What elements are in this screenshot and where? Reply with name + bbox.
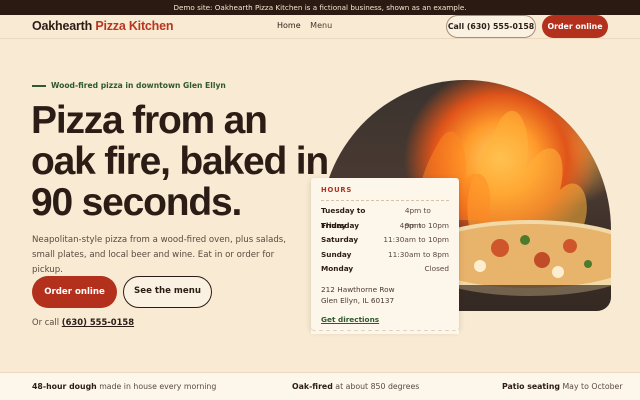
logo-main-text: Oakhearth	[32, 19, 93, 33]
main-nav: Home Menu	[277, 21, 339, 30]
hours-row: Saturday 11:30am to 10pm	[321, 233, 449, 248]
see-menu-button[interactable]: See the menu	[123, 276, 212, 308]
hours-divider	[321, 200, 449, 201]
logo[interactable]: Oakhearth Pizza Kitchen	[32, 19, 173, 33]
get-directions-link[interactable]: Get directions	[321, 315, 379, 324]
header-divider	[0, 38, 640, 39]
hours-time: Closed	[424, 264, 449, 273]
hours-time: 11:30am to 8pm	[388, 249, 449, 259]
hours-row: Friday 4pm to 10pm	[321, 219, 449, 234]
address-line-1: 212 Hawthorne Row	[321, 284, 395, 294]
hours-time: 11:30am to 10pm	[383, 235, 449, 244]
hero-headline: Pizza from an oak fire, baked in 90 seco…	[31, 99, 329, 224]
hours-card: HOURS Tuesday to Thursday 4pm to 9pm Fri…	[311, 178, 459, 334]
hours-day: Monday	[321, 264, 354, 273]
site-header: Oakhearth Pizza Kitchen Home Menu Call (…	[0, 15, 640, 40]
or-call-prefix: Or call	[32, 317, 60, 327]
logo-accent-text: Pizza Kitchen	[95, 19, 174, 33]
hours-time: 4pm to 9pm	[404, 206, 431, 230]
hours-row: Sunday 11:30am to 8pm	[321, 248, 449, 263]
nav-menu[interactable]: Menu	[310, 21, 332, 30]
feature-patio: Patio seating May to October	[502, 382, 623, 391]
order-online-button[interactable]: Order online	[32, 276, 117, 308]
address-line-2: Glen Ellyn, IL 60137	[321, 296, 395, 305]
hours-day: Saturday	[321, 235, 359, 244]
hero-eyebrow: Wood-fired pizza in downtown Glen Ellyn	[32, 81, 226, 90]
feature-text: made in house every morning	[96, 382, 217, 391]
feature-oak-fired: Oak-fired at about 850 degrees	[292, 382, 419, 391]
feature-bold: 48-hour dough	[32, 382, 97, 391]
address: 212 Hawthorne Row Glen Ellyn, IL 60137	[321, 284, 449, 307]
feature-bold: Oak-fired	[292, 382, 333, 391]
hours-row: Tuesday to Thursday 4pm to 9pm	[321, 204, 449, 230]
hero-description: Neapolitan-style pizza from a wood-fired…	[32, 235, 287, 275]
nav-home[interactable]: Home	[277, 21, 301, 30]
hours-time: 4pm to 10pm	[399, 220, 449, 230]
hours-day: Tuesday to Thursday	[321, 206, 366, 230]
features-strip: 48-hour dough made in house every mornin…	[0, 372, 640, 400]
feature-dough: 48-hour dough made in house every mornin…	[32, 382, 216, 391]
hours-title: HOURS	[321, 186, 353, 194]
eyebrow-text: Wood-fired pizza in downtown Glen Ellyn	[51, 81, 226, 90]
feature-text: May to October	[559, 382, 623, 391]
or-call-line: Or call (630) 555-0158	[32, 317, 134, 327]
call-button[interactable]: Call (630) 555-0158	[446, 15, 536, 38]
feature-text: at about 850 degrees	[332, 382, 420, 391]
phone-link[interactable]: (630) 555-0158	[62, 317, 134, 327]
hours-row: Monday Closed	[321, 262, 449, 277]
feature-bold: Patio seating	[502, 382, 560, 391]
hours-day: Sunday	[321, 249, 352, 259]
order-online-header-button[interactable]: Order online	[542, 15, 608, 38]
hours-list: Tuesday to Thursday 4pm to 9pm Friday 4p…	[321, 204, 449, 277]
eyebrow-dash	[32, 85, 46, 87]
demo-banner: Demo site: Oakhearth Pizza Kitchen is a …	[0, 0, 640, 15]
hours-day: Friday	[321, 220, 347, 230]
